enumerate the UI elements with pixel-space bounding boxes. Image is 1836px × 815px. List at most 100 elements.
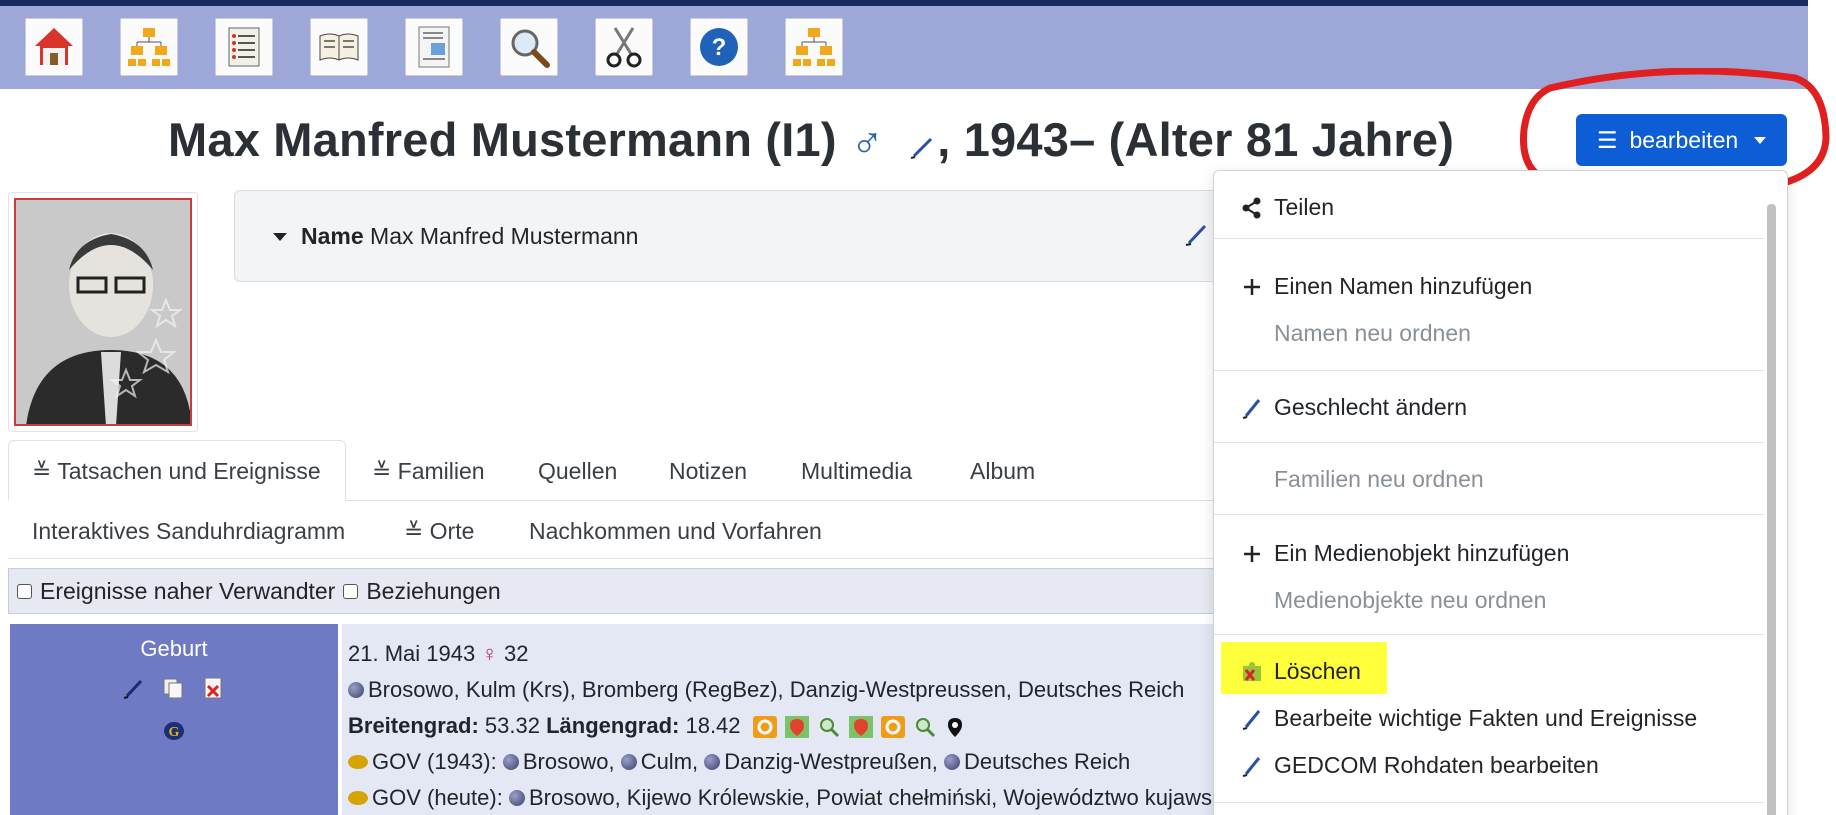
tab-families[interactable]: ≚ Familien — [372, 458, 485, 485]
menu-divider — [1214, 802, 1764, 803]
menu-item-change-sex[interactable]: Geschlecht ändern — [1240, 394, 1467, 421]
svg-text:?: ? — [712, 34, 727, 61]
bing-map-icon-2 — [880, 716, 905, 739]
gov-logo-icon[interactable]: G — [10, 720, 338, 748]
gov-place[interactable]: Danzig-Westpreußen, — [724, 749, 938, 774]
home-icon — [35, 28, 73, 65]
relatives-checkbox[interactable] — [17, 583, 32, 599]
menu-item-delete[interactable]: Löschen — [1240, 658, 1361, 685]
mother-age: 32 — [503, 641, 529, 666]
edit-sex-pencil-icon[interactable] — [909, 116, 935, 171]
share-icon — [1240, 197, 1264, 219]
plus-icon — [1240, 277, 1264, 297]
tree-chart-button[interactable] — [785, 18, 843, 76]
home-button[interactable] — [25, 18, 83, 76]
help-button[interactable]: ? — [690, 18, 748, 76]
name-row: Name Max Manfred Mustermann — [301, 223, 638, 250]
pencil-icon — [1240, 396, 1264, 420]
gov-today-line: GOV (heute): Brosowo, Kijewo Królewskie,… — [348, 780, 1240, 815]
gov-today-label: GOV (heute): — [372, 785, 503, 810]
tab-facts[interactable]: ≚ Tatsachen und Ereignisse — [32, 458, 321, 485]
male-icon: ♂ — [850, 117, 884, 166]
menu-item-share[interactable]: Teilen — [1240, 194, 1334, 221]
gov-place[interactable]: Brosowo, — [523, 749, 615, 774]
event-details-cell: 21. Mai 1943 ♀ 32 Brosowo, Kulm (Krs), B… — [342, 624, 1240, 815]
menu-divider — [1214, 634, 1764, 635]
pedigree-button[interactable] — [120, 18, 178, 76]
life-span: , 1943– (Alter 81 Jahre) — [937, 113, 1455, 166]
tabs-divider-2 — [8, 558, 1240, 559]
report-icon — [418, 26, 450, 68]
help-icon: ? — [700, 28, 738, 66]
longitude-value: 18.42 — [685, 713, 741, 738]
report-button[interactable] — [405, 18, 463, 76]
menu-item-reorder-families: Familien neu ordnen — [1274, 466, 1484, 492]
map-pin-icon — [947, 718, 962, 738]
globe-icon — [620, 754, 637, 770]
tab-places[interactable]: ≚ Orte — [404, 518, 474, 545]
edit-name-pencil-icon[interactable] — [1185, 221, 1209, 252]
female-icon: ♀ — [481, 641, 498, 666]
menu-item-add-media[interactable]: Ein Medienobjekt hinzufügen — [1240, 540, 1569, 567]
gov-place[interactable]: Brosowo, Kijewo Królewskie, Powiat chełm… — [529, 785, 1240, 810]
osm-zoom-icon — [819, 718, 839, 738]
person-photo[interactable] — [8, 192, 198, 432]
globe-icon — [502, 754, 519, 770]
relations-checkbox[interactable] — [343, 583, 359, 599]
collapse-triangle-icon[interactable] — [273, 233, 287, 241]
event-filter-bar: Ereignisse naher Verwandter Beziehungen — [8, 568, 1240, 614]
tab-notes[interactable]: Notizen — [669, 458, 747, 485]
tab-media[interactable]: Multimedia — [801, 458, 912, 485]
tree-chart-icon — [793, 28, 835, 66]
tab-hourglass[interactable]: Interaktives Sanduhrdiagramm — [32, 518, 345, 545]
tab-sources[interactable]: Quellen — [538, 458, 617, 485]
search-icon — [511, 29, 550, 68]
page-title: Max Manfred Mustermann (I1) ♂ , 1943– (Al… — [168, 112, 1454, 171]
edit-event-pencil-icon[interactable] — [123, 676, 145, 706]
gov-place[interactable]: Deutsches Reich — [964, 749, 1130, 774]
plus-icon — [1240, 544, 1264, 564]
clippings-button[interactable] — [595, 18, 653, 76]
event-date: 21. Mai 1943 — [348, 641, 476, 666]
list-button[interactable] — [215, 18, 273, 76]
tab-descendants-ancestors[interactable]: Nachkommen und Vorfahren — [529, 518, 822, 545]
map-links-icons[interactable] — [752, 716, 965, 739]
dropdown-scrollbar[interactable] — [1767, 204, 1776, 815]
name-label: Name — [301, 223, 364, 249]
menu-divider — [1214, 442, 1764, 443]
event-place-line: Brosowo, Kulm (Krs), Bromberg (RegBez), … — [348, 672, 1240, 708]
pencil-icon — [1240, 707, 1264, 731]
latitude-label: Breitengrad: — [348, 713, 479, 738]
edit-menu-button[interactable]: ☰ bearbeiten — [1576, 114, 1787, 166]
globe-icon — [704, 754, 721, 770]
gov-1943-label: GOV (1943): — [372, 749, 497, 774]
menu-item-edit-facts[interactable]: Bearbeite wichtige Fakten und Ereignisse — [1240, 705, 1697, 732]
book-button[interactable] — [310, 18, 368, 76]
delete-event-icon[interactable] — [201, 676, 225, 706]
bing-map-icon — [752, 716, 777, 739]
book-icon — [319, 33, 359, 61]
globe-icon — [508, 790, 525, 806]
gov-place[interactable]: Culm, — [641, 749, 698, 774]
search-button[interactable] — [500, 18, 558, 76]
event-date-line: 21. Mai 1943 ♀ 32 — [348, 636, 1240, 672]
caret-down-icon — [1754, 136, 1767, 144]
menu-item-reorder-names: Namen neu ordnen — [1274, 320, 1471, 346]
menu-item-reorder-media: Medienobjekte neu ordnen — [1274, 587, 1547, 613]
longitude-label: Längengrad: — [546, 713, 680, 738]
copy-event-icon[interactable] — [161, 676, 185, 706]
menu-divider — [1214, 238, 1764, 239]
menu-item-edit-gedcom[interactable]: GEDCOM Rohdaten bearbeiten — [1240, 752, 1599, 779]
google-map-icon-2 — [848, 716, 873, 739]
event-place[interactable]: Brosowo, Kulm (Krs), Bromberg (RegBez), … — [368, 677, 1184, 702]
pencil-icon — [1240, 754, 1264, 778]
google-map-icon — [784, 716, 809, 739]
osm-zoom-icon-2 — [915, 718, 935, 738]
relations-label: Beziehungen — [366, 577, 501, 604]
event-type: Geburt — [140, 636, 208, 661]
hamburger-icon: ☰ — [1596, 126, 1618, 153]
menu-item-add-name[interactable]: Einen Namen hinzufügen — [1240, 273, 1532, 300]
tab-album[interactable]: Album — [970, 458, 1035, 485]
menu-divider — [1214, 370, 1764, 371]
person-name: Max Manfred Mustermann (I1) — [168, 113, 837, 166]
